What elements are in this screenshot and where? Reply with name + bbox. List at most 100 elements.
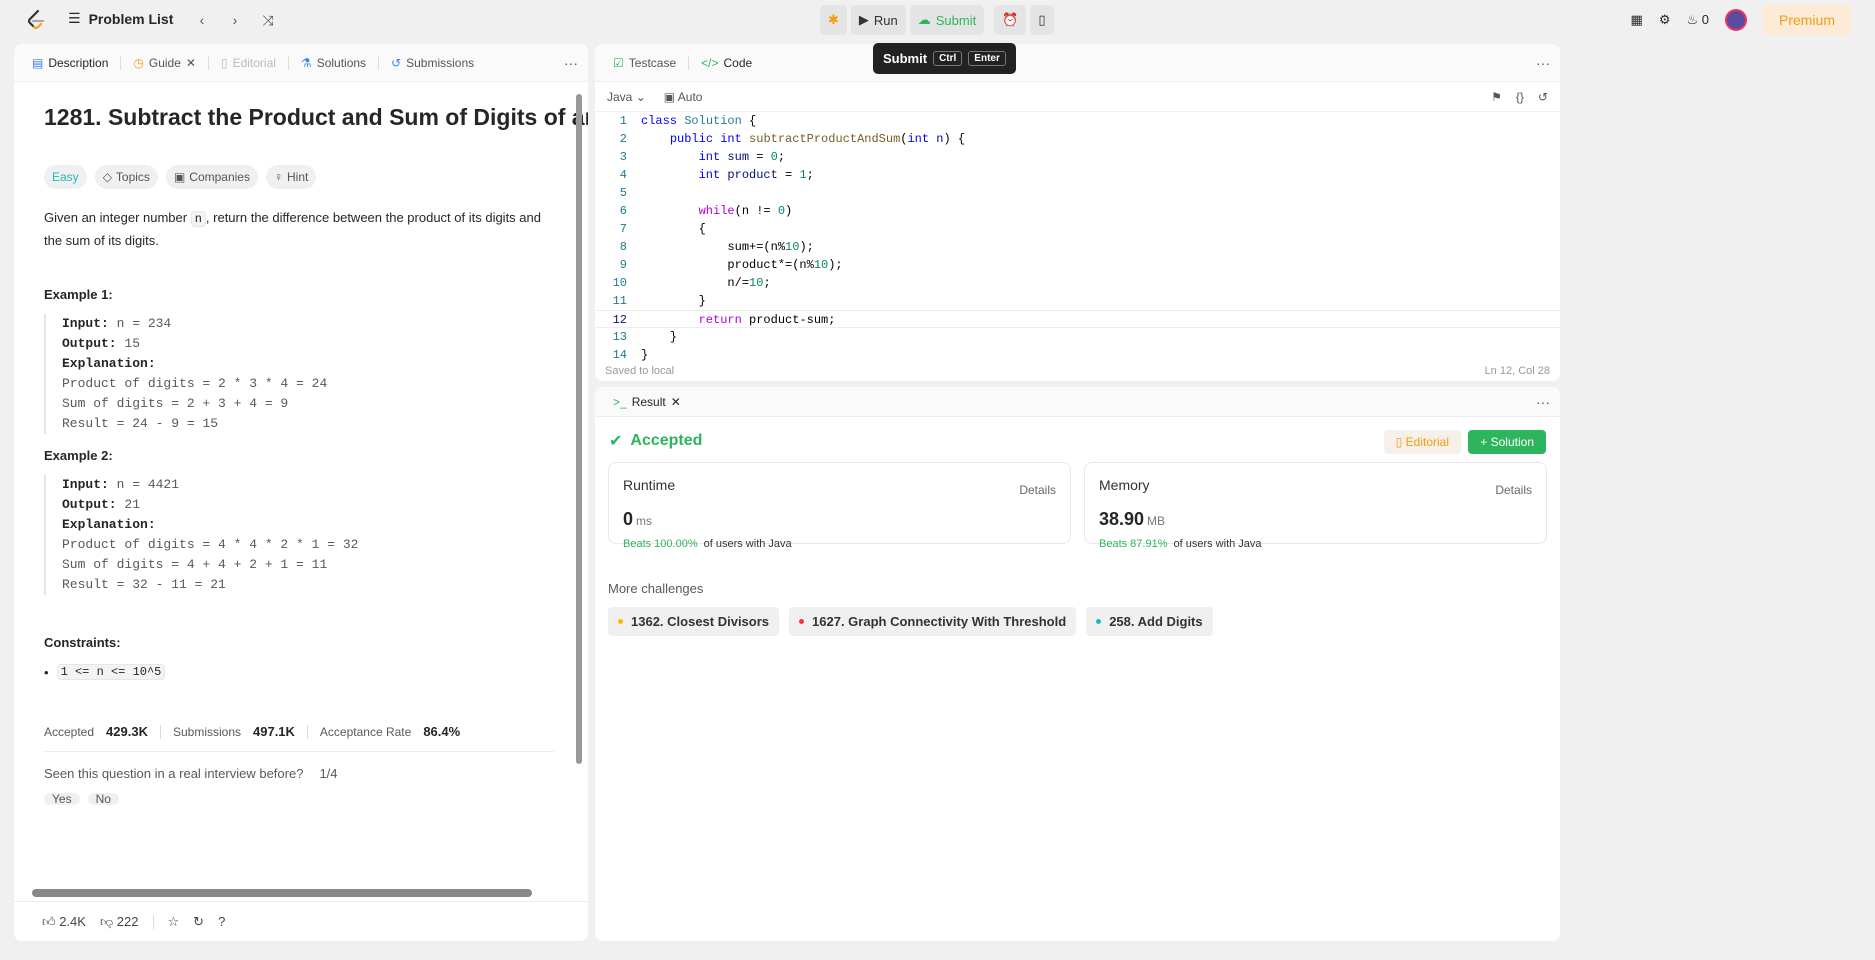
run-button[interactable]: ▶ Run	[850, 5, 906, 35]
no-button[interactable]: No	[87, 793, 119, 805]
challenge-list: 1362. Closest Divisors 1627. Graph Conne…	[608, 607, 1213, 636]
auto-mode[interactable]: ▣ Auto	[664, 90, 703, 104]
debug-button[interactable]: ✱	[820, 5, 847, 35]
difficulty-dot	[799, 619, 805, 624]
code-tabs: ☑ Testcase </> Code ···	[595, 44, 1560, 82]
tag-icon: ◇	[102, 170, 112, 184]
tab-editorial[interactable]: ▯ Editorial	[213, 52, 284, 74]
more-icon[interactable]: ···	[1536, 55, 1550, 71]
history-icon: ↺	[391, 55, 402, 70]
tab-description[interactable]: ▤ Description	[24, 52, 116, 74]
result-tabs: >_ Result ✕ ···	[595, 387, 1560, 417]
footer-divider	[152, 914, 154, 929]
topics-chip[interactable]: ◇ Topics	[94, 165, 158, 189]
solution-button[interactable]: + Solution	[1468, 430, 1546, 454]
reset-icon[interactable]: ↺	[1538, 90, 1548, 104]
star-icon[interactable]: ☆	[168, 914, 180, 930]
code-icon: </>	[701, 55, 719, 70]
avatar[interactable]	[1724, 9, 1747, 31]
alarm-icon: ⏰	[1002, 12, 1019, 27]
tab-divider	[688, 55, 690, 70]
save-status: Saved to local	[605, 365, 675, 377]
code-panel: ☑ Testcase </> Code ··· Java ⌄ ▣ Auto ⚑ {}…	[595, 44, 1560, 381]
challenge-item[interactable]: 1627. Graph Connectivity With Threshold	[789, 607, 1077, 636]
submit-button[interactable]: ☁ Submit	[909, 5, 985, 35]
tab-guide[interactable]: ◷ Guide ✕	[125, 52, 204, 74]
problem-stats: Accepted 429.3K Submissions 497.1K Accepta…	[44, 724, 461, 739]
yes-button[interactable]: Yes	[44, 793, 80, 805]
gear-icon[interactable]: ⚙	[1659, 12, 1671, 28]
result-status: ✔ Accepted	[609, 432, 703, 450]
tab-divider	[207, 55, 209, 70]
format-icon[interactable]: {}	[1516, 90, 1524, 104]
close-icon[interactable]: ✕	[186, 56, 196, 70]
ctrl-key: Ctrl	[933, 51, 963, 66]
list-icon: ☰	[68, 10, 81, 26]
example-heading: Example 1:	[44, 287, 113, 302]
challenge-item[interactable]: 258. Add Digits	[1086, 607, 1213, 636]
editorial-button[interactable]: ▯ Editorial	[1383, 430, 1461, 454]
description-footer: 👍︎ 2.4K 👎︎ 222 ☆ ↻ ?	[14, 901, 588, 941]
close-icon[interactable]: ✕	[671, 395, 681, 409]
vertical-scrollbar[interactable]	[576, 74, 584, 774]
constraint-item: • 1 <= n <= 10^5	[44, 664, 558, 680]
note-icon: ▯	[1038, 12, 1046, 27]
cursor-position: Ln 12, Col 28	[1484, 365, 1550, 377]
dislike-button[interactable]: 👎︎ 222	[100, 914, 139, 930]
tab-code[interactable]: </> Code	[693, 52, 760, 74]
difficulty-badge: Easy	[44, 165, 87, 189]
horizontal-scrollbar[interactable]	[32, 889, 532, 897]
leetcode-logo[interactable]	[24, 8, 48, 32]
checkbox-icon: ☑	[613, 55, 624, 70]
next-problem-button[interactable]: ›	[225, 10, 245, 30]
hint-chip[interactable]: ♀ Hint	[265, 165, 317, 189]
bookmark-icon[interactable]: ⚑	[1491, 90, 1502, 104]
problem-statement: Given an integer number n, return the di…	[44, 210, 541, 248]
memory-details-link[interactable]: Details	[1495, 483, 1532, 497]
page-title: 1281. Subtract the Product and Sum of Di…	[44, 104, 588, 130]
lightbulb-icon: ♀	[273, 170, 283, 184]
description-content: 1281. Subtract the Product and Sum of Di…	[14, 104, 588, 805]
tab-testcase[interactable]: ☑ Testcase	[605, 52, 684, 74]
help-icon[interactable]: ?	[218, 914, 225, 929]
companies-chip[interactable]: ▣ Companies	[165, 165, 258, 189]
language-select[interactable]: Java ⌄	[607, 90, 646, 104]
example-heading: Example 2:	[44, 448, 113, 463]
fire-icon: ♨	[1686, 12, 1699, 27]
thumbs-up-icon: 👍︎	[42, 913, 56, 929]
tab-solutions[interactable]: ⚗ Solutions	[293, 52, 374, 74]
challenge-item[interactable]: 1362. Closest Divisors	[608, 607, 780, 636]
memory-card: Memory Details 38.90 MB Beats 87.91% of us…	[1084, 462, 1547, 550]
share-icon[interactable]: ↻	[193, 914, 204, 930]
tab-submissions[interactable]: ↺ Submissions	[383, 52, 482, 74]
timer-button[interactable]: ⏰	[994, 5, 1027, 35]
description-panel: ▤ Description ◷ Guide ✕ ▯ Editorial ⚗ Solutio…	[14, 44, 588, 941]
problem-list-link[interactable]: ☰ Problem List	[68, 10, 173, 27]
layout-icon[interactable]: ▦	[1631, 12, 1643, 28]
book-icon: ▯	[1395, 435, 1403, 449]
premium-button[interactable]: Premium	[1762, 5, 1851, 35]
example-block: Input: n = 4421 Output: 21 Explanation: Pro…	[44, 475, 558, 595]
notes-button[interactable]: ▯	[1030, 5, 1054, 35]
stat-divider	[159, 724, 161, 739]
like-button[interactable]: 👍︎ 2.4K	[42, 914, 86, 930]
code-editor[interactable]: 1 class Solution { 2 public int subtractP…	[595, 112, 1560, 364]
interview-question: Seen this question in a real interview b…	[44, 766, 338, 781]
difficulty-dot	[1096, 619, 1102, 624]
play-icon: ▶	[858, 12, 869, 27]
shuffle-icon[interactable]: ⤨	[258, 10, 278, 30]
bullet-icon: •	[44, 664, 49, 680]
terminal-icon: >_	[613, 394, 627, 409]
book-icon: ▯	[220, 55, 228, 70]
tag-chips: Easy ◇ Topics ▣ Companies ♀ Hint	[44, 165, 558, 189]
cloud-upload-icon: ☁	[917, 12, 931, 27]
more-icon[interactable]: ···	[1536, 394, 1550, 410]
runtime-details-link[interactable]: Details	[1019, 483, 1056, 497]
more-icon[interactable]: ···	[564, 55, 578, 71]
prev-problem-button[interactable]: ‹	[192, 10, 212, 30]
tab-result[interactable]: >_ Result ✕	[605, 391, 689, 413]
plus-icon: +	[1480, 435, 1488, 449]
divider	[44, 751, 554, 752]
streak-counter[interactable]: ♨ 0	[1686, 12, 1709, 28]
runtime-beats: Beats 100.00% of users with Java	[623, 538, 792, 550]
